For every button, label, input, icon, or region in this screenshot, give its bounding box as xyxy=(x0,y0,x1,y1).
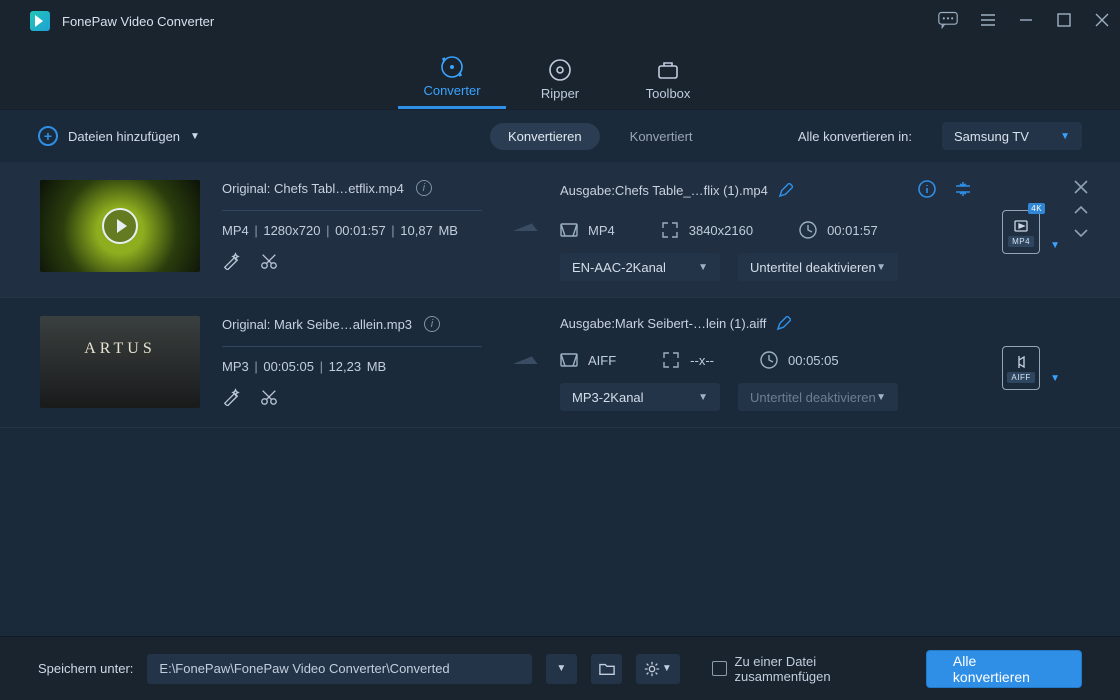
source-metadata: MP300:05:0512,23 MB xyxy=(222,359,500,374)
output-preset-select[interactable]: Samsung TV ▼ xyxy=(942,122,1082,150)
info-icon[interactable]: i xyxy=(424,316,440,332)
output-duration: 00:05:05 xyxy=(788,353,839,368)
feedback-icon[interactable] xyxy=(938,11,958,32)
format-band: AIFF xyxy=(1007,372,1034,383)
divider xyxy=(222,346,482,347)
thumbnail[interactable] xyxy=(40,316,200,408)
output-path-value: E:\FonePaw\FonePaw Video Converter\Conve… xyxy=(159,661,449,676)
output-format: MP4 xyxy=(588,223,615,238)
maximize-icon[interactable] xyxy=(1056,12,1072,31)
minimize-icon[interactable] xyxy=(1018,12,1034,31)
convert-all-to-label: Alle konvertieren in: xyxy=(798,129,912,144)
remove-item-icon[interactable] xyxy=(1074,180,1088,197)
tab-toolbox[interactable]: Toolbox xyxy=(614,54,722,109)
chevron-down-icon[interactable]: ▼ xyxy=(1050,240,1060,251)
duration-icon xyxy=(799,221,817,239)
add-files-button[interactable]: + Dateien hinzufügen ▼ xyxy=(38,126,200,146)
source-metadata: MP41280x72000:01:5710,87 MB xyxy=(222,223,500,238)
convert-all-button[interactable]: Alle konvertieren xyxy=(926,650,1082,688)
format-band: MP4 xyxy=(1008,236,1034,247)
original-filename: Original: Mark Seibe…allein.mp3 xyxy=(222,317,412,332)
settings-button[interactable]: ▼ xyxy=(636,654,679,684)
format-icon xyxy=(560,221,578,239)
merge-checkbox[interactable]: Zu einer Datei zusammenfügen xyxy=(712,654,912,684)
tab-converter-label: Converter xyxy=(398,83,506,98)
app-title: FonePaw Video Converter xyxy=(62,14,214,29)
checkbox-icon xyxy=(712,661,727,676)
media-item[interactable]: Original: Mark Seibe…allein.mp3 i MP300:… xyxy=(0,298,1120,428)
arrow-icon xyxy=(500,316,560,411)
output-format: AIFF xyxy=(588,353,616,368)
subtitle-select[interactable]: Untertitel deaktivieren▼ xyxy=(738,253,898,281)
open-folder-button[interactable] xyxy=(591,654,622,684)
subtab-converted[interactable]: Konvertiert xyxy=(630,129,693,144)
format-icon xyxy=(560,351,578,369)
subtab-convert[interactable]: Konvertieren xyxy=(490,123,600,150)
tab-toolbox-label: Toolbox xyxy=(614,86,722,101)
play-icon[interactable] xyxy=(102,208,138,244)
original-filename: Original: Chefs Tabl…etflix.mp4 xyxy=(222,181,404,196)
trim-icon[interactable] xyxy=(260,252,278,273)
output-preset-value: Samsung TV xyxy=(954,129,1029,144)
app-brand: FonePaw Video Converter xyxy=(30,11,214,31)
bottom-bar: Speichern unter: E:\FonePaw\FonePaw Vide… xyxy=(0,636,1120,700)
output-duration: 00:01:57 xyxy=(827,223,878,238)
output-resolution: 3840x2160 xyxy=(689,223,753,238)
info-icon[interactable]: i xyxy=(416,180,432,196)
tab-converter[interactable]: Converter xyxy=(398,51,506,109)
plus-icon: + xyxy=(38,126,58,146)
resolution-icon xyxy=(661,221,679,239)
close-icon[interactable] xyxy=(1094,12,1110,31)
subtitle-select[interactable]: Untertitel deaktivieren▼ xyxy=(738,383,898,411)
tab-ripper-label: Ripper xyxy=(506,86,614,101)
convert-all-label: Alle konvertieren xyxy=(953,653,1055,685)
audio-track-select[interactable]: MP3-2Kanal▼ xyxy=(560,383,720,411)
app-logo-icon xyxy=(30,11,50,31)
media-list: Original: Chefs Tabl…etflix.mp4 i MP4128… xyxy=(0,162,1120,636)
effects-icon[interactable] xyxy=(222,252,240,273)
rename-icon[interactable] xyxy=(776,316,791,331)
chevron-down-icon: ▼ xyxy=(190,131,200,142)
media-item[interactable]: Original: Chefs Tabl…etflix.mp4 i MP4128… xyxy=(0,162,1120,298)
add-files-label: Dateien hinzufügen xyxy=(68,129,180,144)
output-filename: Ausgabe:Mark Seibert-…lein (1).aiff xyxy=(560,316,766,331)
resolution-icon xyxy=(662,351,680,369)
arrow-icon xyxy=(500,180,560,281)
format-badge[interactable]: AIFF xyxy=(1002,346,1040,390)
thumbnail[interactable] xyxy=(40,180,200,272)
main-tabs: Converter Ripper Toolbox xyxy=(0,42,1120,110)
merge-label: Zu einer Datei zusammenfügen xyxy=(735,654,912,684)
rename-icon[interactable] xyxy=(778,183,793,198)
duration-icon xyxy=(760,351,778,369)
output-resolution: --x-- xyxy=(690,353,714,368)
title-bar: FonePaw Video Converter xyxy=(0,0,1120,42)
menu-icon[interactable] xyxy=(980,12,996,31)
tab-ripper[interactable]: Ripper xyxy=(506,54,614,109)
output-path-field[interactable]: E:\FonePaw\FonePaw Video Converter\Conve… xyxy=(147,654,531,684)
compress-icon[interactable] xyxy=(954,180,972,201)
save-under-label: Speichern unter: xyxy=(38,661,133,676)
move-down-icon[interactable] xyxy=(1074,226,1088,243)
quality-tag: 4K xyxy=(1028,203,1045,214)
sub-toolbar: + Dateien hinzufügen ▼ Konvertieren Konv… xyxy=(0,110,1120,162)
output-filename: Ausgabe:Chefs Table_…flix (1).mp4 xyxy=(560,183,768,198)
chevron-down-icon[interactable]: ▼ xyxy=(1050,373,1060,384)
path-dropdown-button[interactable]: ▼ xyxy=(546,654,577,684)
move-up-icon[interactable] xyxy=(1074,203,1088,220)
audio-track-select[interactable]: EN-AAC-2Kanal▼ xyxy=(560,253,720,281)
trim-icon[interactable] xyxy=(260,388,278,409)
divider xyxy=(222,210,482,211)
effects-icon[interactable] xyxy=(222,388,240,409)
chevron-down-icon: ▼ xyxy=(1060,131,1070,142)
format-badge[interactable]: 4K MP4 xyxy=(1002,210,1040,254)
media-info-icon[interactable] xyxy=(918,180,936,201)
